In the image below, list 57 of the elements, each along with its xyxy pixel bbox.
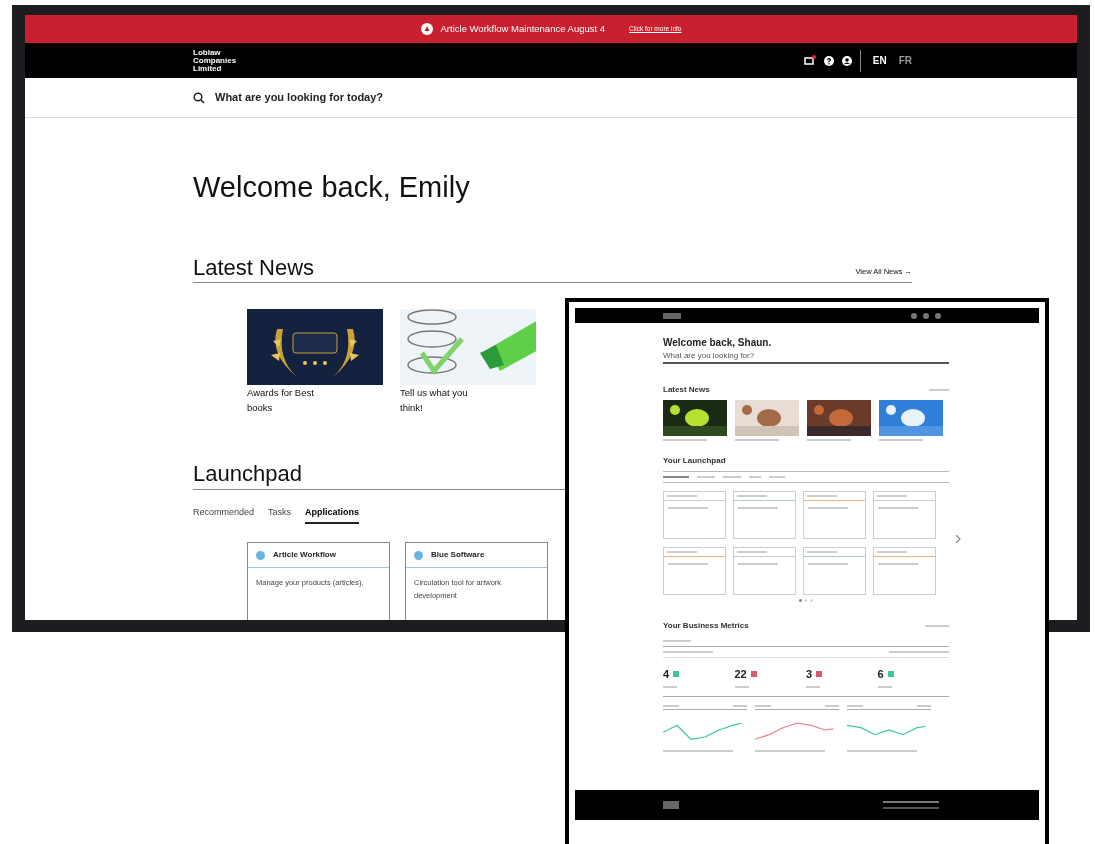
blurred-text [847, 749, 917, 752]
metric-value: 22 [734, 667, 747, 682]
search-field[interactable]: What are you looking for? [663, 350, 949, 364]
metric-label [734, 685, 749, 688]
launchpad-tab[interactable]: Applications [305, 505, 360, 525]
app-icon [256, 550, 265, 560]
metric-label [663, 685, 677, 688]
section-heading: Latest News [663, 384, 710, 396]
launchpad-card[interactable] [803, 491, 866, 539]
launchpad-card[interactable] [803, 547, 866, 595]
launchpad-tab[interactable]: Tasks [268, 505, 292, 525]
pagination-dots[interactable] [799, 599, 813, 602]
language-option[interactable]: EN [872, 53, 887, 68]
launchpad-card[interactable] [733, 547, 796, 595]
launchpad-card[interactable] [663, 547, 726, 595]
blurred-text [663, 749, 733, 752]
help-icon[interactable] [823, 55, 834, 66]
footer-links-drawing [883, 800, 939, 809]
section-heading: Your Business Metrics [663, 620, 749, 632]
notification-icon[interactable] [803, 55, 816, 66]
alert-icon [420, 23, 433, 35]
alert-text: Article Workflow Maintenance August 4 [440, 21, 606, 36]
blurred-text [733, 704, 747, 707]
metric-label [806, 685, 820, 688]
blurred-text [847, 704, 863, 707]
blurred-text [825, 704, 839, 707]
metric-value: 3 [806, 667, 813, 682]
blurred-text [917, 704, 931, 707]
launchpad-card[interactable] [733, 491, 796, 539]
blurred-text [663, 704, 679, 707]
launchpad-card[interactable] [873, 547, 936, 595]
section-heading: Latest News [193, 254, 315, 282]
news-caption[interactable]: Tell us what you think! [400, 385, 490, 416]
section-heading: Launchpad [193, 461, 302, 488]
metric-value: 6 [877, 667, 884, 682]
search-placeholder: What are you looking for? [663, 350, 755, 362]
section-heading: Your Launchpad [663, 455, 949, 472]
launchpad-card[interactable] [873, 491, 936, 539]
launchpad-card[interactable] [663, 491, 726, 539]
search-icon[interactable] [193, 91, 205, 104]
logo-icon [663, 800, 679, 809]
app-name: Article Workflow [273, 549, 336, 562]
news-caption[interactable]: Awards for Best books [247, 385, 327, 416]
blurred-text [755, 704, 771, 707]
launchpad-tab[interactable]: Recommended [193, 505, 255, 525]
welcome-heading: Welcome back, Shaun. [663, 336, 773, 350]
user-icon[interactable] [841, 55, 852, 66]
header-icons-drawing [911, 312, 941, 319]
chevron-right-icon[interactable] [955, 535, 961, 543]
blurred-text [755, 749, 825, 752]
welcome-heading: Welcome back, Emily [193, 170, 471, 205]
language-option[interactable]: FR [898, 53, 912, 68]
metric-label [877, 685, 892, 688]
metric-value: 4 [663, 667, 670, 682]
app-icon [414, 550, 423, 560]
logo-icon [663, 312, 681, 319]
app-name: Blue Software [431, 549, 485, 562]
